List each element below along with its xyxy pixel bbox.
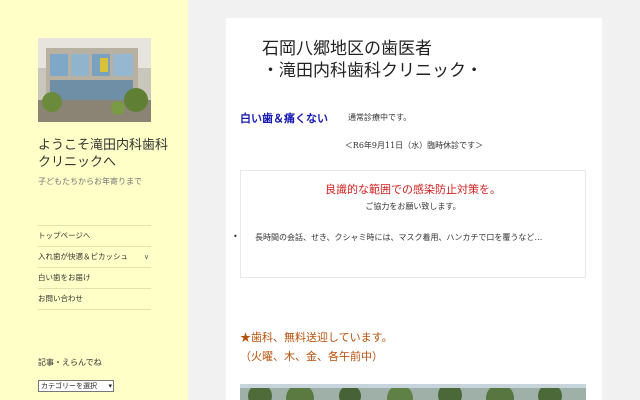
nav-item-top[interactable]: トップページへ <box>38 226 151 247</box>
closure-notice: ＜R6年9月11日（水）臨時休診です＞ <box>344 141 484 150</box>
site-description: 子どもたちからお年寄りまで <box>38 177 142 186</box>
notice-subheading: ご協力をお願い致します。 <box>365 202 461 211</box>
main-content: 石岡八郷地区の歯医者 ・滝田内科歯科クリニック・ 白い歯＆痛くない 通常診療中で… <box>226 18 602 400</box>
clinic-photo <box>240 384 586 400</box>
nav-item-label: 白い歯をお届け <box>38 273 91 282</box>
page-title-line2: ・滝田内科歯科クリニック・ <box>262 61 483 81</box>
notice-heading: 良識的な範囲での感染防止対策を。 <box>325 183 501 196</box>
site-title[interactable]: ようこそ滝田内科歯科クリニックへ <box>38 137 178 171</box>
bullet-icon: • <box>233 232 238 241</box>
clinic-building-photo[interactable] <box>38 38 151 122</box>
page-title: 石岡八郷地区の歯医者 ・滝田内科歯科クリニック・ <box>262 38 582 82</box>
transport-line2: （火曜、木、金、各午前中） <box>240 350 383 363</box>
nav-item-dentures[interactable]: 入れ歯が快適＆ピカッシュ ∨ <box>38 247 151 268</box>
category-select[interactable]: カテゴリーを選択 ▾ <box>38 380 114 392</box>
notice-box: 良識的な範囲での感染防止対策を。 ご協力をお願い致します。 • 長時間の会話、せ… <box>233 170 586 278</box>
transport-line1: ★歯科、無料送迎しています。 <box>240 331 393 344</box>
category-select-value: カテゴリーを選択 <box>41 382 97 390</box>
nav-item-contact[interactable]: お問い合わせ <box>38 289 151 310</box>
page-title-line1: 石岡八郷地区の歯医者 <box>262 39 432 59</box>
nav-item-label: お問い合わせ <box>38 294 83 303</box>
chevron-down-icon: ▾ <box>108 382 112 390</box>
nav-item-label: トップページへ <box>38 231 91 240</box>
nav-item-whitening[interactable]: 白い歯をお届け <box>38 268 151 289</box>
status-text: 通常診療中です。 <box>348 113 412 122</box>
transport-notice: ★歯科、無料送迎しています。 （火曜、木、金、各午前中） <box>240 328 393 366</box>
nav-item-label: 入れ歯が快適＆ピカッシュ <box>38 252 128 261</box>
chevron-down-icon[interactable]: ∨ <box>144 252 149 262</box>
sidebar: ようこそ滝田内科歯科クリニックへ 子どもたちからお年寄りまで トップページへ 入… <box>0 0 188 400</box>
notice-bullet-text: 長時間の会話、せき、クシャミ時には、マスク着用、ハンカチで口を覆うなど… <box>255 233 543 242</box>
white-teeth-heading: 白い歯＆痛くない <box>240 112 328 125</box>
category-widget-title: 記事・えらんでね <box>38 358 102 367</box>
site-navigation: トップページへ 入れ歯が快適＆ピカッシュ ∨ 白い歯をお届け お問い合わせ <box>38 225 151 310</box>
